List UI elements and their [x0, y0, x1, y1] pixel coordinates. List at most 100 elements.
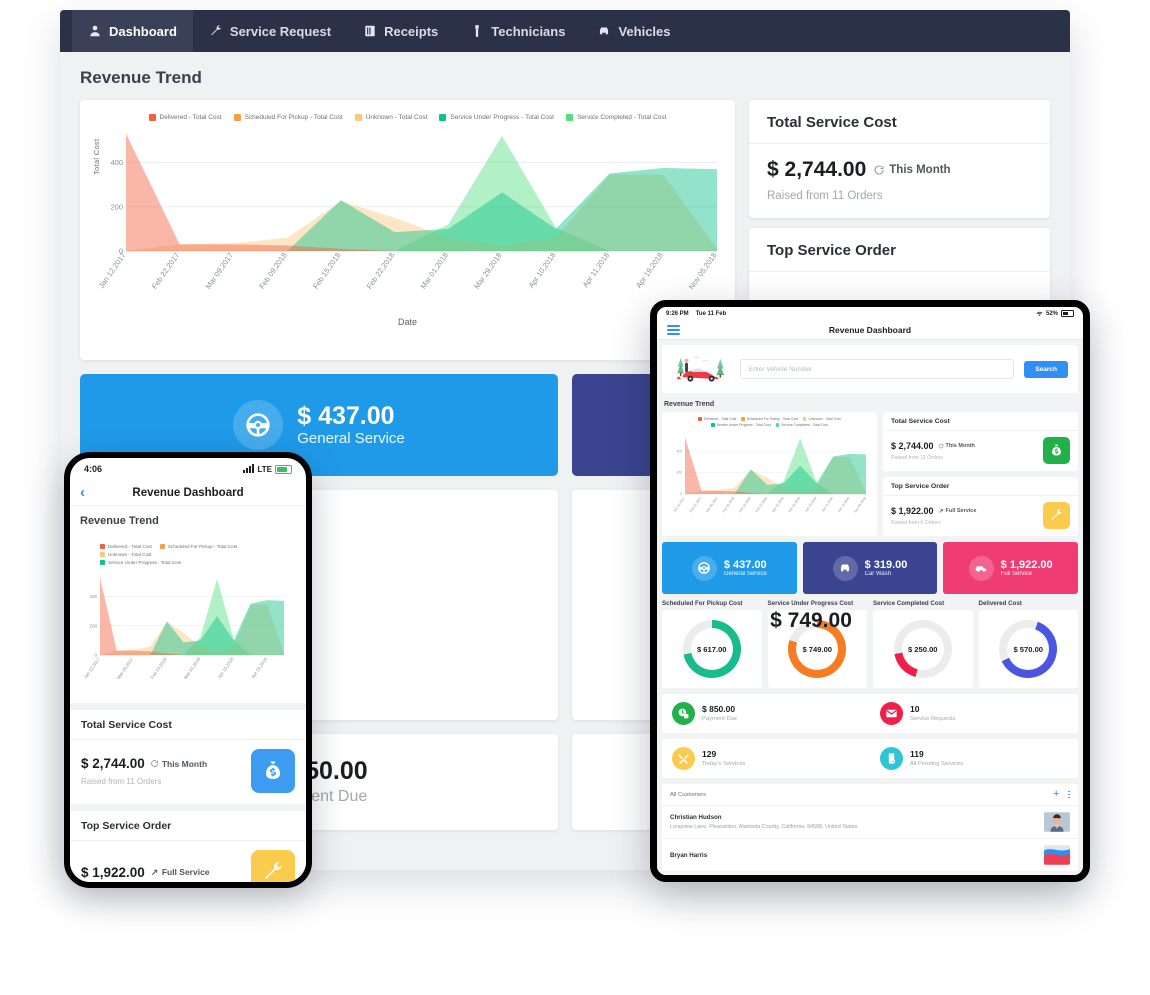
donut-titles-row: Scheduled For Pickup Cost Service Under … — [662, 599, 1078, 610]
service-card-label: Car Wash — [864, 571, 892, 578]
phone-scroll-area[interactable]: Revenue Trend Delivered - Total Cost Sch… — [70, 506, 306, 882]
svg-text:Nov 05,2018: Nov 05,2018 — [853, 496, 867, 513]
battery-icon — [275, 464, 292, 474]
svg-text:Feb 15,2018: Feb 15,2018 — [149, 656, 168, 680]
technician-icon — [470, 24, 484, 38]
legend-label: Service Completed - Total Cost — [576, 114, 667, 121]
amount-value: $ 1,922.00 — [81, 864, 145, 880]
legend-item: Service Under Progress - Total Cost — [711, 423, 771, 427]
nav-item-vehicles[interactable]: Vehicles — [581, 10, 686, 52]
svg-text:200: 200 — [90, 623, 98, 628]
legend-item: Delivered - Total Cost — [100, 544, 152, 549]
money-bag-icon — [1043, 437, 1070, 464]
nav-item-dashboard[interactable]: Dashboard — [72, 10, 193, 52]
card-sub: Raised from 6 Orders — [891, 519, 941, 526]
stat-label: All Pending Services — [910, 761, 964, 768]
tablet-section-title: Revenue Trend — [664, 401, 715, 408]
svg-text:Feb 22,2017: Feb 22,2017 — [689, 496, 703, 513]
status-time: 9:26 PM — [666, 310, 689, 317]
wrench-icon — [209, 24, 223, 38]
svg-text:Jan 12,2017: Jan 12,2017 — [672, 496, 685, 513]
svg-text:Apr 10,2018: Apr 10,2018 — [217, 656, 235, 679]
legend-item: Scheduled For Pickup - Total Cost — [233, 114, 343, 121]
period-label: Full Service — [945, 507, 977, 514]
legend-item: Scheduled For Pickup - Total Cost — [159, 544, 238, 549]
tablet-service-card-car-wash[interactable]: $ 319.00 Car Wash — [802, 542, 938, 594]
tablet-revenue-trend-chart-card: Delivered - Total Cost Scheduled For Pic… — [662, 412, 877, 536]
phone-navigation-bar: ‹ Revenue Dashboard — [70, 480, 306, 506]
network-label: LTE — [257, 464, 272, 474]
legend-label: Scheduled For Pickup - Total Cost — [167, 544, 238, 549]
donut-value: $ 617.00 — [696, 644, 727, 654]
svg-text:Feb 15,2018: Feb 15,2018 — [738, 496, 752, 513]
period-tag: This Month — [150, 759, 207, 769]
tablet-scheduled-for-pickup-cost-card: $ 617.00 — [662, 610, 762, 688]
vehicle-number-input[interactable]: Enter Vehicle Number — [740, 359, 1015, 379]
svg-text:Apr 11,2018: Apr 11,2018 — [581, 251, 611, 289]
card-title: Total Service Cost — [749, 100, 1050, 144]
svg-text:Mar 09,2017: Mar 09,2017 — [204, 251, 236, 291]
total-service-cost-card: Total Service Cost $ 2,744.00 This Month… — [749, 100, 1050, 218]
back-icon[interactable]: ‹ — [80, 484, 85, 501]
legend-label: Scheduled For Pickup - Total Cost — [244, 114, 343, 121]
nav-item-technicians[interactable]: Technicians — [454, 10, 581, 52]
card-title: Total Service Cost — [70, 710, 306, 740]
donut-title: Scheduled For Pickup Cost — [662, 600, 743, 607]
svg-text:Mar 29,2018: Mar 29,2018 — [472, 251, 504, 291]
tablet-service-card-full-service[interactable]: $ 1,922.00 Full Service — [943, 542, 1079, 594]
trend-arrow-icon — [938, 508, 943, 513]
refresh-icon — [938, 443, 943, 448]
nav-item-receipts[interactable]: Receipts — [347, 10, 454, 52]
tablet-mockup: 9:26 PM Tue 11 Feb 52% Revenue Dashboard — [650, 300, 1090, 882]
svg-text:Jan 12,2017: Jan 12,2017 — [97, 251, 128, 290]
tablet-stats-row-2: 129 Today's Services 119 All Pending Ser… — [662, 739, 1078, 778]
donut-value: $ 749.00 — [802, 644, 833, 654]
hamburger-menu-icon[interactable] — [667, 324, 680, 335]
customer-address: Longview Lane, Pleasanton, Alameda Count… — [670, 824, 858, 830]
signal-icon — [243, 464, 255, 473]
legend-label: Service Under Progress - Total Cost — [450, 114, 554, 121]
amount-value: $ 2,744.00 — [767, 158, 867, 181]
tablet-content: Enter Vehicle Number Search Revenue Tren… — [657, 340, 1083, 875]
tablet-title: Revenue Dashboard — [828, 324, 912, 335]
steering-wheel-icon — [233, 400, 284, 450]
stat-number: $ 850.00 — [702, 703, 736, 714]
phone-area-chart-svg: 0200400Jan 12,2017 Mar 09,2017 Feb 15,2018… — [83, 577, 284, 680]
amount-value: $ 2,744.00 — [891, 440, 934, 451]
legend-label: Unknown - Total Cost — [365, 114, 428, 121]
legend-label: Delivered - Total Cost — [159, 114, 222, 121]
svg-text:Nov 05,2018: Nov 05,2018 — [687, 251, 719, 291]
battery-icon — [1061, 310, 1074, 317]
svg-text:Apr 11,2018: Apr 11,2018 — [821, 496, 834, 513]
nav-item-service-request[interactable]: Service Request — [193, 10, 347, 52]
period-label: This Month — [889, 164, 951, 176]
vehicle-search-bar: Enter Vehicle Number Search — [662, 345, 1078, 393]
customer-list-item[interactable]: Christian Hudson Longview Lane, Pleasant… — [662, 806, 1078, 839]
chart-plot-area: Total Cost 0 200 400 Jan 12,2017 Feb 22,2017… — [92, 123, 723, 323]
wrench-icon — [1043, 502, 1070, 529]
chart-legend: Delivered - Total Cost Scheduled For Pic… — [92, 110, 723, 123]
svg-text:Apr 10,2018: Apr 10,2018 — [804, 496, 817, 513]
donut-chart: $ 617.00 — [682, 620, 741, 678]
period-tag: Full Service — [150, 867, 210, 877]
tablet-delivered-cost-card: $ 570.00 — [978, 610, 1078, 688]
period-label: This Month — [945, 442, 975, 449]
donut-value: $ 749.00 — [770, 608, 852, 632]
legend-label: Unknown - Total Cost — [108, 552, 152, 557]
payment-due-stat: $ 850.00 Payment Due — [662, 694, 870, 733]
tablet-service-card-general-service[interactable]: $ 437.00 General Service — [662, 542, 797, 594]
phone-status-bar: 4:06 LTE — [70, 458, 306, 480]
search-button[interactable]: Search — [1024, 360, 1068, 378]
more-vertical-icon[interactable] — [1068, 790, 1070, 799]
svg-text:Feb 09,2018: Feb 09,2018 — [722, 496, 736, 513]
amount-row: $ 1,922.00 Full Service — [891, 506, 976, 516]
status-time: 4:06 — [84, 464, 103, 474]
svg-text:Jan 12,2017: Jan 12,2017 — [83, 656, 101, 679]
receipt-icon — [363, 24, 377, 38]
svg-text:400: 400 — [110, 158, 123, 167]
phone-mockup: 4:06 LTE ‹ Revenue Dashboard Revenue Tre… — [64, 452, 312, 888]
customer-list-item[interactable]: Bryan Harris — [662, 839, 1078, 872]
plus-icon[interactable]: + — [1053, 789, 1059, 800]
y-axis-label: Total Cost — [92, 138, 101, 175]
donut-title: Service Completed Cost — [873, 600, 945, 607]
